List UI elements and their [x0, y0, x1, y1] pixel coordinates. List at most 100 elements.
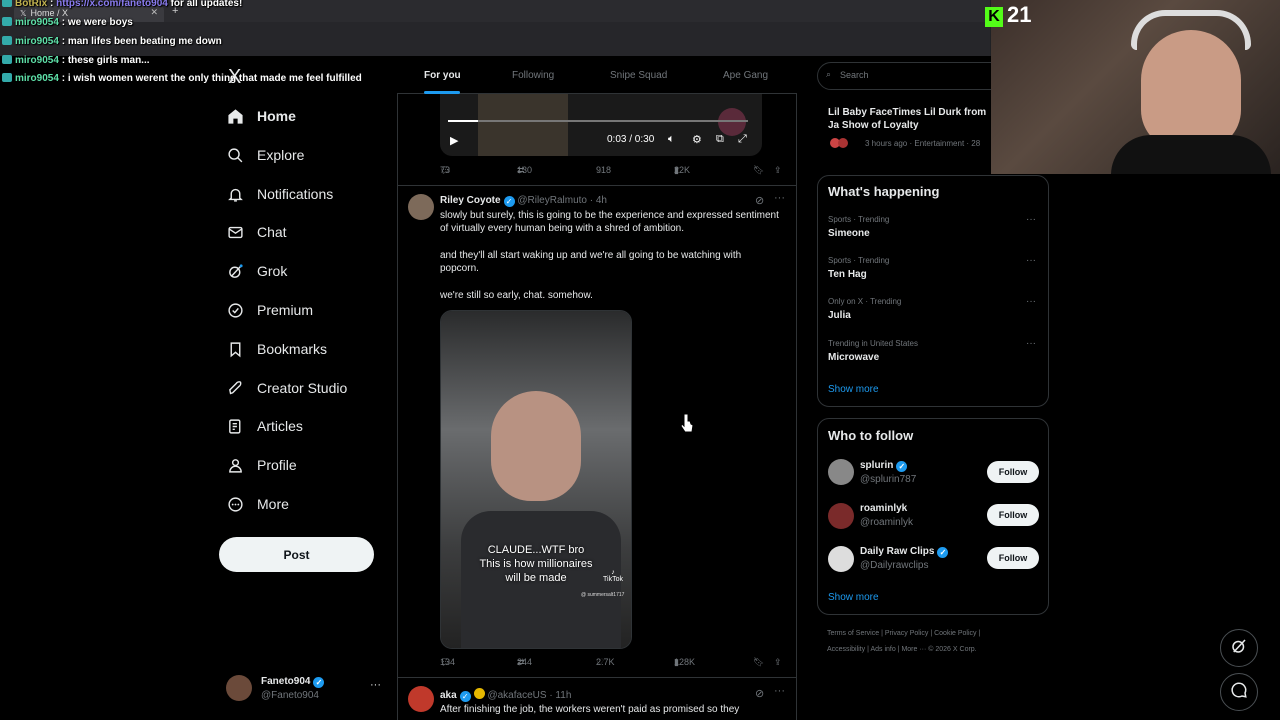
- grok-icon[interactable]: ⊘: [755, 194, 764, 207]
- nav-grok[interactable]: Grok: [226, 255, 287, 287]
- avatar[interactable]: [408, 194, 434, 220]
- author-name[interactable]: aka: [440, 690, 457, 701]
- author-name[interactable]: Riley Coyote: [440, 195, 501, 206]
- video-player[interactable]: ▶ 0:03 / 0:30 🔈︎ ⚙ ⧉ ⤢: [440, 94, 762, 156]
- more-icon[interactable]: ···: [1026, 255, 1036, 266]
- panel-title: What's happening: [828, 184, 940, 199]
- nav-profile[interactable]: Profile: [226, 449, 297, 481]
- tweet-actions: 💬︎ 73 ⇄ 130 ♡ 918 ▮ 22K 🔖︎ ⇪: [440, 165, 785, 177]
- trend-item[interactable]: Simeone: [828, 228, 870, 239]
- retweet-count: 130: [517, 165, 533, 175]
- follow-name-row[interactable]: Daily Raw Clips ✓: [860, 546, 949, 558]
- nav-bookmarks[interactable]: Bookmarks: [226, 333, 327, 365]
- show-more-link[interactable]: Show more: [828, 384, 879, 395]
- search-input[interactable]: ⌕ Search: [817, 62, 1007, 90]
- play-icon[interactable]: ▶: [450, 134, 458, 147]
- grok-icon[interactable]: ⊘: [755, 687, 764, 700]
- follow-button[interactable]: Follow: [987, 547, 1039, 569]
- pip-icon[interactable]: ⧉: [716, 133, 724, 146]
- messages-floating-button[interactable]: [1220, 673, 1258, 711]
- tweet-time[interactable]: · 4h: [590, 195, 607, 206]
- follow-button[interactable]: Follow: [987, 504, 1039, 526]
- trend-item[interactable]: Microwave: [828, 352, 879, 363]
- footer-links[interactable]: Accessibility | Ads info | More ··· © 20…: [827, 646, 977, 653]
- user-badge-icon: [2, 36, 12, 45]
- bookmark-icon[interactable]: 🔖︎: [753, 657, 764, 668]
- footer-links[interactable]: Terms of Service | Privacy Policy | Cook…: [827, 630, 980, 637]
- tiktok-label: TikTok: [603, 576, 623, 583]
- tiktok-watermark: ♪ TikTok: [603, 569, 623, 583]
- avatar[interactable]: [828, 546, 854, 572]
- more-icon[interactable]: ···: [1026, 338, 1036, 349]
- fullscreen-icon[interactable]: ⤢: [738, 133, 747, 146]
- avatar[interactable]: [828, 459, 854, 485]
- tab-snipe-squad[interactable]: Snipe Squad: [610, 70, 667, 81]
- volume-icon[interactable]: 🔈︎: [668, 133, 675, 146]
- nav-label: Premium: [257, 302, 314, 318]
- nav-explore[interactable]: Explore: [226, 139, 304, 171]
- whats-happening-panel: What's happening Sports · Trending Simeo…: [817, 175, 1049, 407]
- account-switcher[interactable]: Faneto904 ✓ @Faneto904 ···: [226, 673, 386, 707]
- more-icon[interactable]: ···: [1026, 296, 1036, 307]
- show-more-link[interactable]: Show more: [828, 592, 879, 603]
- chat-bubble-icon: [1230, 681, 1248, 704]
- x-logo-icon[interactable]: X: [228, 66, 241, 89]
- tab-for-you[interactable]: For you: [424, 70, 461, 81]
- avatar[interactable]: [828, 503, 854, 529]
- who-to-follow-panel: Who to follow splurin ✓ @splurin787 Follo…: [817, 418, 1049, 615]
- nav-home[interactable]: Home: [226, 100, 296, 132]
- chat-separator: :: [58, 73, 68, 84]
- author-handle[interactable]: @RileyRalmuto: [517, 195, 587, 206]
- mouse-cursor-icon: [680, 413, 694, 438]
- author-handle[interactable]: @akafaceUS: [487, 690, 546, 701]
- kick-logo-icon: K: [985, 7, 1003, 27]
- search-icon: [226, 146, 244, 164]
- share-icon[interactable]: ⇪: [774, 657, 782, 668]
- chat-link[interactable]: https://x.com/faneto904: [56, 0, 168, 9]
- trend-item[interactable]: Ten Hag: [828, 269, 867, 280]
- grok-icon: [1230, 637, 1248, 660]
- nav-chat[interactable]: Chat: [226, 216, 287, 248]
- tweet-video[interactable]: CLAUDE...WTF bro This is how millionaire…: [440, 310, 632, 649]
- grok-floating-button[interactable]: [1220, 629, 1258, 667]
- view-count: 22K: [674, 165, 691, 175]
- nav-creator-studio[interactable]: Creator Studio: [226, 372, 347, 404]
- avatar[interactable]: [408, 686, 434, 712]
- trend-meta: Trending in United States: [828, 339, 918, 348]
- share-icon[interactable]: ⇪: [774, 165, 782, 176]
- more-icon[interactable]: ···: [774, 685, 785, 697]
- more-icon[interactable]: ···: [1026, 214, 1036, 225]
- nav-more[interactable]: More: [226, 488, 289, 520]
- nav-premium[interactable]: Premium: [226, 294, 313, 326]
- chat-message: miro9054 : man lifes been beating me dow…: [2, 36, 222, 47]
- tab-following[interactable]: Following: [512, 70, 554, 81]
- follow-name-row[interactable]: splurin ✓: [860, 460, 908, 472]
- nav-articles[interactable]: Articles: [226, 410, 303, 442]
- bookmark-icon[interactable]: 🔖︎: [753, 165, 764, 176]
- follow-name[interactable]: roaminlyk: [860, 503, 907, 514]
- follow-handle: @roaminlyk: [860, 517, 913, 528]
- retweet-count: 244: [517, 657, 533, 667]
- more-icon[interactable]: ···: [774, 192, 785, 204]
- trend-item[interactable]: Julia: [828, 310, 851, 321]
- news-avatar: [838, 138, 848, 148]
- webcam-overlay: [991, 0, 1280, 174]
- video-progress-fill: [448, 120, 478, 122]
- video-progress-track[interactable]: [448, 120, 748, 122]
- tweet-header: Riley Coyote ✓ @RileyRalmuto · 4h: [440, 195, 607, 207]
- nav-label: Explore: [257, 147, 305, 163]
- nav-notifications[interactable]: Notifications: [226, 178, 333, 210]
- tweet-text: After finishing the job, the workers wer…: [440, 704, 740, 715]
- post-button[interactable]: Post: [219, 537, 374, 572]
- tweet-time[interactable]: · 11h: [549, 690, 571, 701]
- tab-ape-gang[interactable]: Ape Gang: [723, 70, 768, 81]
- account-more-icon[interactable]: ···: [370, 679, 381, 691]
- user-badge-icon: [2, 17, 12, 26]
- chat-username: BotRix: [15, 0, 48, 9]
- settings-gear-icon[interactable]: ⚙: [692, 133, 702, 146]
- account-name: Faneto904: [261, 676, 311, 687]
- timeline-tabs: For you Following Snipe Squad Ape Gang: [397, 56, 797, 94]
- follow-button[interactable]: Follow: [987, 461, 1039, 483]
- chat-username: miro9054: [15, 73, 59, 84]
- news-headline[interactable]: Lil Baby FaceTimes Lil Durk from Ja Show…: [828, 106, 990, 132]
